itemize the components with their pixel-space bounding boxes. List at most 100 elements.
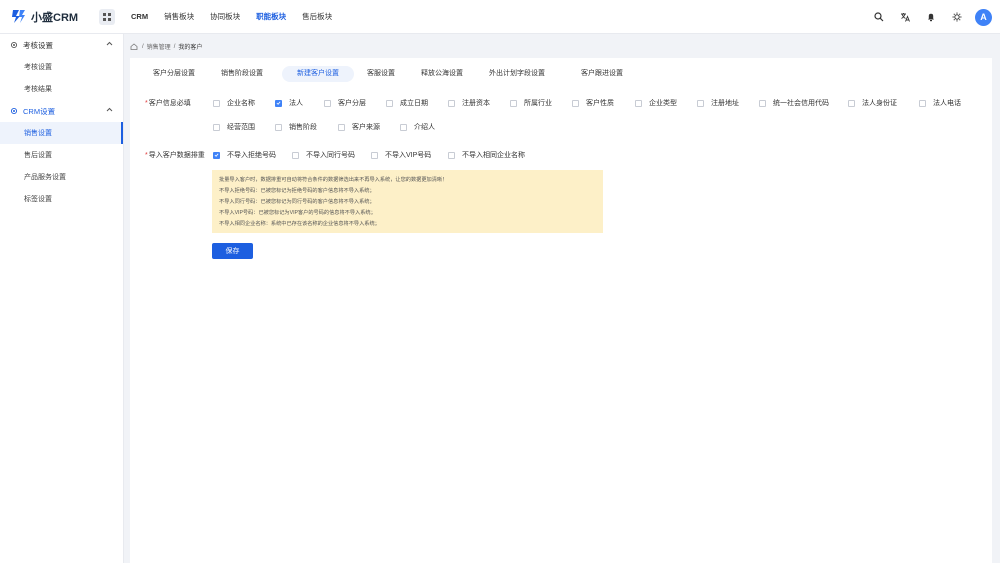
import-notice: 批量导入客户时，数据排重可自动将符合条件的数据筛选出来不再导入系统，让您的数据更…	[212, 170, 603, 233]
notice-line: 不导入同行号码：已被您标记为同行号码的客户信息将不导入系统；	[219, 199, 375, 205]
checkbox-exclude-peer[interactable]: 不导入同行号码	[292, 150, 355, 160]
checkbox-label: 不导入相同企业名称	[462, 152, 525, 159]
breadcrumb-current: 我的客户	[178, 45, 203, 51]
checkbox-legal-person[interactable]: 法人	[275, 98, 303, 108]
sidebar-item-assessment-settings[interactable]: 考核设置	[0, 56, 123, 78]
checkbox-box	[848, 99, 855, 107]
checkbox-label: 统一社会信用代码	[773, 100, 829, 107]
gear-icon	[10, 107, 18, 115]
checkbox-established-date[interactable]: 成立日期	[386, 98, 428, 108]
sidebar-item-product-service-settings[interactable]: 产品服务设置	[0, 166, 123, 188]
bell-icon[interactable]	[925, 11, 937, 23]
theme-icon[interactable]	[951, 11, 963, 23]
breadcrumb-item[interactable]: 销售管理	[147, 42, 171, 51]
tab-customer-service[interactable]: 客服设置	[354, 66, 408, 82]
sidebar-item-assessment-results[interactable]: 考核结果	[0, 78, 123, 100]
sidebar-group-assessment[interactable]: 考核设置	[0, 34, 123, 56]
translate-icon[interactable]	[899, 11, 911, 23]
notice-line: 批量导入客户时，数据排重可自动将符合条件的数据筛选出来不再导入系统，让您的数据更…	[219, 177, 448, 183]
top-bar: 小盛CRM CRM 销售板块 协同板块 职能板块 售后板块 A	[0, 0, 1000, 34]
topnav-item-collab[interactable]: 协同板块	[202, 0, 248, 34]
tab-new-customer[interactable]: 新建客户设置	[282, 66, 354, 82]
checkbox-box	[448, 99, 455, 107]
checkbox-registered-capital[interactable]: 注册资本	[448, 98, 490, 108]
checkbox-box	[919, 99, 926, 107]
checkbox-label: 客户来源	[352, 124, 380, 131]
required-fields-label-text: 客户信息必填	[148, 100, 191, 107]
sidebar-item-aftersales-settings[interactable]: 售后设置	[0, 144, 123, 166]
apps-grid-icon[interactable]	[99, 8, 115, 25]
import-dedup-label-text: 导入客户数据排重	[148, 152, 205, 159]
checkbox-credit-code[interactable]: 统一社会信用代码	[759, 98, 829, 108]
top-right-tools: A	[859, 0, 992, 34]
topnav-item-sales[interactable]: 销售板块	[156, 0, 202, 34]
checkbox-box	[400, 123, 407, 131]
sidebar-item-tag-settings[interactable]: 标签设置	[0, 188, 123, 210]
notice-line: 不导入相同企业名称：系统中已存在该名称的企业信息将不导入系统；	[219, 221, 380, 227]
breadcrumb-separator: /	[142, 43, 144, 50]
checkbox-label: 企业类型	[649, 100, 677, 107]
checkbox-box	[572, 99, 579, 107]
topnav-item-aftersales[interactable]: 售后板块	[294, 0, 340, 34]
checkbox-box	[275, 99, 282, 107]
checkbox-industry[interactable]: 所属行业	[510, 98, 552, 108]
checkbox-legal-person-phone[interactable]: 法人电话	[919, 98, 961, 108]
topnav-item-function[interactable]: 职能板块	[248, 0, 294, 34]
checkbox-business-scope[interactable]: 经营范围	[213, 122, 255, 132]
checkbox-label: 法人身份证	[862, 100, 897, 107]
app-title: 小盛CRM	[31, 11, 79, 24]
sidebar-item-sales-settings[interactable]: 销售设置	[0, 122, 123, 144]
tab-outing-plan-fields[interactable]: 外出计划字段设置	[476, 66, 558, 82]
tab-customer-tier[interactable]: 客户分层设置	[140, 66, 208, 82]
required-fields-label: *客户信息必填	[145, 98, 191, 108]
checkbox-exclude-rejected[interactable]: 不导入拒绝号码	[213, 150, 276, 160]
checkbox-label: 所属行业	[524, 100, 552, 107]
checkbox-label: 销售阶段	[289, 124, 317, 131]
chevron-up-icon	[106, 106, 113, 115]
checkbox-exclude-same-company[interactable]: 不导入相同企业名称	[448, 150, 525, 160]
required-asterisk: *	[145, 152, 148, 159]
checkbox-customer-nature[interactable]: 客户性质	[572, 98, 614, 108]
search-icon[interactable]	[873, 11, 885, 23]
checkbox-legal-person-id[interactable]: 法人身份证	[848, 98, 897, 108]
top-nav: CRM 销售板块 协同板块 职能板块 售后板块	[123, 0, 340, 34]
checkbox-box	[371, 151, 378, 159]
checkbox-label: 注册地址	[711, 100, 739, 107]
sidebar-group-crm[interactable]: CRM设置	[0, 100, 123, 122]
checkbox-label: 客户分层	[338, 100, 366, 107]
breadcrumb-separator: /	[173, 43, 176, 50]
import-dedup-label: *导入客户数据排重	[145, 150, 205, 160]
checkbox-label: 法人电话	[933, 100, 961, 107]
checkbox-label: 不导入VIP号码	[385, 152, 432, 159]
sidebar: 考核设置 考核设置 考核结果 CRM设置 销售设置 售后设置 产品服务设置 标签…	[0, 34, 124, 563]
checkbox-box	[510, 99, 517, 107]
tab-customer-followup[interactable]: 客户跟进设置	[568, 66, 636, 82]
tab-release-pool[interactable]: 释放公海设置	[408, 66, 476, 82]
checkbox-sales-stage[interactable]: 销售阶段	[275, 122, 317, 132]
avatar[interactable]: A	[975, 8, 992, 26]
topnav-item-crm[interactable]: CRM	[123, 0, 156, 34]
chevron-up-icon	[106, 40, 113, 49]
checkbox-box	[448, 151, 455, 159]
save-button[interactable]: 保存	[212, 243, 253, 259]
checkbox-customer-tier[interactable]: 客户分层	[324, 98, 366, 108]
checkbox-registered-address[interactable]: 注册地址	[697, 98, 739, 108]
breadcrumb: / 销售管理 / 我的客户	[130, 42, 202, 51]
checkbox-company-type[interactable]: 企业类型	[635, 98, 677, 108]
checkbox-label: 不导入拒绝号码	[227, 152, 276, 159]
checkbox-company-name[interactable]: 企业名称	[213, 98, 255, 108]
tab-sales-stage[interactable]: 销售阶段设置	[208, 66, 276, 82]
checkbox-customer-source[interactable]: 客户来源	[338, 122, 380, 132]
logo-icon	[10, 8, 27, 25]
home-icon[interactable]	[130, 43, 138, 50]
checkbox-label: 企业名称	[227, 100, 255, 107]
checkbox-label: 注册资本	[462, 100, 490, 107]
notice-line: 不导入VIP号码：已被您标记为VIP客户的号码的信息将不导入系统；	[219, 210, 376, 216]
checkbox-exclude-vip[interactable]: 不导入VIP号码	[371, 150, 431, 160]
sidebar-group-label: 考核设置	[23, 40, 53, 50]
main-panel: 客户分层设置 销售阶段设置 新建客户设置 客服设置 释放公海设置 外出计划字段设…	[130, 58, 992, 563]
checkbox-referrer[interactable]: 介绍人	[400, 122, 435, 132]
checkbox-box	[213, 123, 220, 131]
app-logo[interactable]: 小盛CRM	[10, 8, 88, 25]
notice-line: 不导入拒绝号码：已被您标记为拒绝号码的客户信息将不导入系统；	[219, 188, 375, 194]
